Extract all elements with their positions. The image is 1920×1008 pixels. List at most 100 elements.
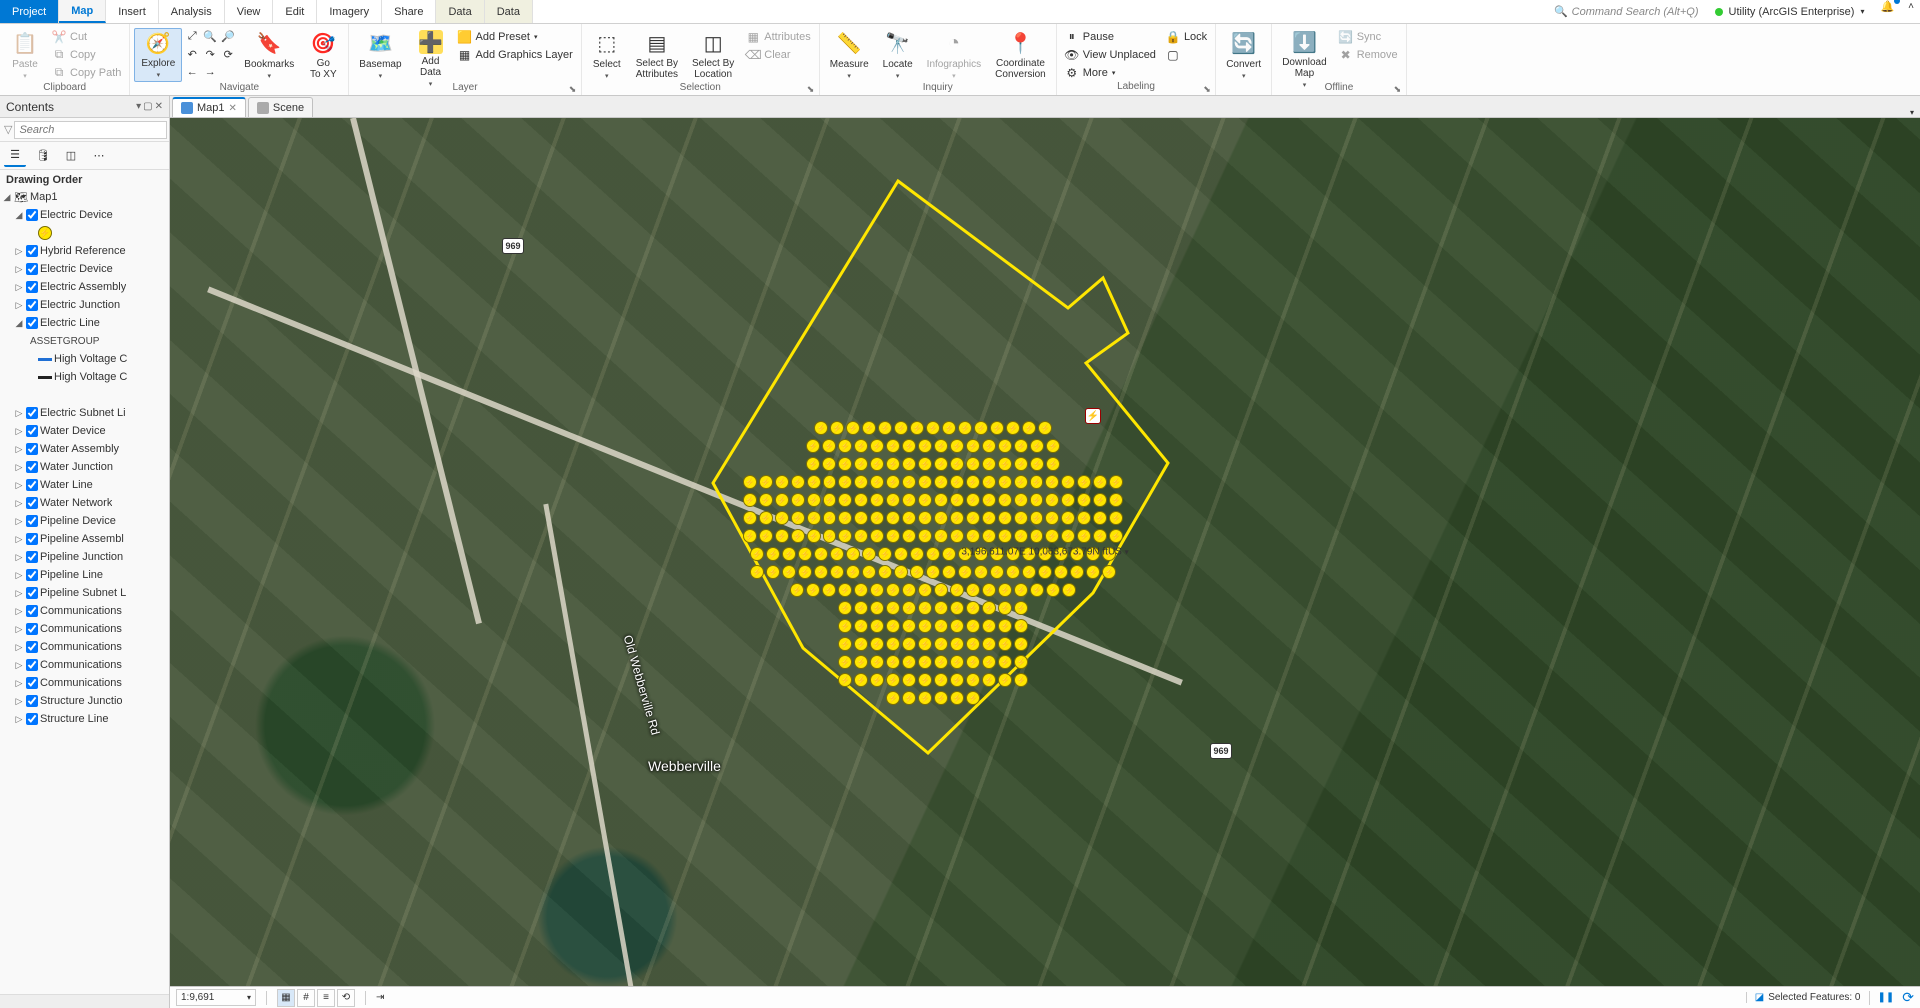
layer-checkbox[interactable] (26, 497, 38, 509)
pause-drawing-button[interactable]: ❚❚ (1878, 992, 1895, 1003)
layer-node[interactable]: ▷Water Network (0, 494, 169, 512)
list-by-source-button[interactable]: 🛢 (32, 145, 54, 167)
copy-button[interactable]: ⧉Copy (48, 46, 125, 63)
layer-node[interactable]: ▷Pipeline Subnet L (0, 584, 169, 602)
contents-float-button[interactable]: ▢ (143, 101, 152, 112)
layer-node[interactable]: ▷Structure Line (0, 710, 169, 728)
selected-features[interactable]: ◪ Selected Features: 0 (1746, 992, 1861, 1003)
layer-checkbox[interactable] (26, 533, 38, 545)
layer-checkbox[interactable] (26, 623, 38, 635)
infographics-button[interactable]: ◔Infographics▾ (921, 28, 987, 82)
selection-launcher[interactable]: ⬊ (807, 84, 817, 94)
inf-toggle[interactable]: ⟲ (337, 989, 355, 1007)
next-extent-icon[interactable]: ↷ (202, 46, 218, 62)
layer-node[interactable]: ▷Pipeline Junction (0, 548, 169, 566)
layer-node[interactable]: ◢Electric Device (0, 206, 169, 224)
pause-label-button[interactable]: ⏸Pause (1061, 28, 1160, 45)
refresh-button[interactable]: ⟳ (1902, 989, 1914, 1006)
correction-toggle[interactable]: ⇥ (376, 992, 384, 1003)
view-tab-map1[interactable]: Map1 ✕ (172, 97, 246, 117)
measure-button[interactable]: 📏Measure▾ (824, 28, 875, 82)
offline-launcher[interactable]: ⬊ (1394, 84, 1404, 94)
snap-toggle[interactable]: ▦ (277, 989, 295, 1007)
nav-placeholder[interactable]: ⟳ (220, 46, 236, 62)
prev-extent-icon[interactable]: ↶ (184, 46, 200, 62)
layer-checkbox[interactable] (26, 479, 38, 491)
fixed-zoom-out-icon[interactable]: 🔎 (220, 28, 236, 44)
list-by-drawing-order-button[interactable]: ☰ (4, 145, 26, 167)
layer-checkbox[interactable] (26, 407, 38, 419)
sync-button[interactable]: 🔄Sync (1335, 28, 1402, 45)
layer-checkbox[interactable] (26, 461, 38, 473)
layer-symbol-row[interactable]: ⚡ (0, 224, 169, 242)
tab-analysis[interactable]: Analysis (159, 0, 225, 23)
cut-button[interactable]: ✂️Cut (48, 28, 125, 45)
layer-checkbox[interactable] (26, 641, 38, 653)
layer-node[interactable]: ▷Water Line (0, 476, 169, 494)
list-by-selection-button[interactable]: ◫ (60, 145, 82, 167)
basemap-button[interactable]: 🗺️ Basemap ▾ (353, 28, 407, 82)
tab-map[interactable]: Map (59, 0, 106, 23)
add-preset-button[interactable]: 🟨Add Preset ▾ (454, 28, 577, 45)
layer-node[interactable]: ▷Pipeline Line (0, 566, 169, 584)
layer-node[interactable]: ▷Water Assembly (0, 440, 169, 458)
bookmarks-button[interactable]: 🔖 Bookmarks ▾ (238, 28, 300, 82)
layer-checkbox[interactable] (26, 515, 38, 527)
locate-button[interactable]: 🔭Locate▾ (877, 28, 919, 82)
layer-checkbox[interactable] (26, 209, 38, 221)
explore-button[interactable]: 🧭 Explore ▾ (134, 28, 182, 82)
collapse-ribbon-button[interactable]: ˄ (1902, 0, 1920, 23)
contents-close-button[interactable]: ✕ (155, 101, 163, 112)
list-more-button[interactable]: ⋯ (88, 145, 110, 167)
layer-symbol-row[interactable]: High Voltage C (0, 350, 169, 368)
map-node[interactable]: ◢🗺 Map1 (0, 188, 169, 206)
layer-node[interactable]: ▷Communications (0, 638, 169, 656)
user-menu[interactable]: Utility (ArcGIS Enterprise) ▾ (1707, 0, 1873, 23)
remove-button[interactable]: ✖Remove (1335, 46, 1402, 63)
filter-icon[interactable]: ▽ (4, 123, 12, 136)
view-unplaced-button[interactable]: 👁View Unplaced (1061, 46, 1160, 63)
layer-checkbox[interactable] (26, 281, 38, 293)
download-map-button[interactable]: ⬇️Download Map▾ (1276, 28, 1332, 82)
layer-checkbox[interactable] (26, 659, 38, 671)
add-graphics-button[interactable]: ▦Add Graphics Layer (454, 46, 577, 63)
tab-share[interactable]: Share (382, 0, 436, 23)
contents-menu-button[interactable]: ▾ (136, 101, 141, 112)
layer-checkbox[interactable] (26, 551, 38, 563)
tab-data-1[interactable]: Data (436, 0, 484, 23)
convert-button[interactable]: 🔄Convert▾ (1220, 28, 1267, 82)
add-data-button[interactable]: ➕ Add Data ▾ (410, 28, 452, 82)
scale-selector[interactable]: 1:9,691▾ (176, 989, 256, 1006)
layer-checkbox[interactable] (26, 263, 38, 275)
labeling-launcher[interactable]: ⬊ (1203, 84, 1213, 94)
layer-node[interactable]: ▷Communications (0, 602, 169, 620)
layer-node[interactable]: ▷Electric Subnet Li (0, 404, 169, 422)
layer-checkbox[interactable] (26, 695, 38, 707)
layer-launcher[interactable]: ⬊ (569, 84, 579, 94)
tab-edit[interactable]: Edit (273, 0, 317, 23)
fixed-zoom-in-icon[interactable]: 🔍 (202, 28, 218, 44)
layer-symbol-row[interactable] (0, 386, 169, 404)
layer-node[interactable]: ▷Water Device (0, 422, 169, 440)
layer-node[interactable]: ▷Hybrid Reference (0, 242, 169, 260)
layer-checkbox[interactable] (26, 587, 38, 599)
coord-conv-button[interactable]: 📍Coordinate Conversion (989, 28, 1052, 82)
paste-button[interactable]: 📋 Paste ▾ (4, 28, 46, 82)
layer-checkbox[interactable] (26, 425, 38, 437)
grid-toggle[interactable]: # (297, 989, 315, 1007)
layer-node[interactable]: ▷Communications (0, 656, 169, 674)
tab-project[interactable]: Project (0, 0, 59, 23)
view-tab-scene[interactable]: Scene (248, 97, 313, 117)
copy-path-button[interactable]: ⧉Copy Path (48, 64, 125, 81)
layer-node[interactable]: ▷Communications (0, 674, 169, 692)
layer-checkbox[interactable] (26, 443, 38, 455)
layer-node[interactable]: ▷Pipeline Device (0, 512, 169, 530)
view-menu-icon[interactable]: ▾ (1904, 108, 1920, 117)
layer-node[interactable]: ▷Electric Junction (0, 296, 169, 314)
layer-node[interactable]: ▷Communications (0, 620, 169, 638)
select-button[interactable]: ⬚Select▾ (586, 28, 628, 82)
tab-data-2[interactable]: Data (485, 0, 533, 23)
close-view-button[interactable]: ✕ (229, 103, 237, 114)
more-label-button[interactable]: ⚙More ▾ (1061, 64, 1160, 81)
coordinates-readout[interactable]: 3,196,611.07E 10,063,673.79N ftUS ▾ (961, 547, 1128, 558)
